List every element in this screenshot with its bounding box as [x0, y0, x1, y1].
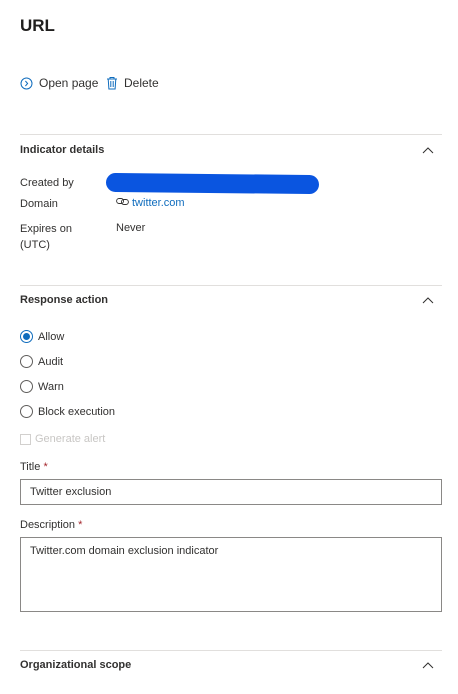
open-page-button[interactable]: Open page — [20, 76, 98, 90]
domain-link[interactable]: twitter.com — [132, 197, 185, 209]
page-title: URL — [20, 16, 55, 35]
created-by-label: Created by — [20, 177, 74, 189]
domain-value[interactable]: twitter.com — [116, 197, 185, 209]
chevron-up-icon[interactable] — [422, 146, 434, 154]
radio-label: Audit — [38, 355, 64, 368]
radio-button[interactable] — [20, 405, 33, 418]
radio-label: Warn — [38, 380, 64, 393]
trash-icon — [106, 76, 124, 90]
description-label-text: Description — [20, 519, 76, 531]
indicator-details-header[interactable]: Indicator details — [20, 141, 442, 159]
response-action-title: Response action — [20, 294, 109, 306]
radio-button[interactable] — [20, 380, 33, 393]
open-page-icon — [20, 77, 39, 90]
open-page-label: Open page — [39, 76, 99, 90]
expires-label: Expires on (UTC) — [20, 221, 72, 253]
chevron-up-icon[interactable] — [422, 296, 434, 304]
redacted-value — [105, 172, 320, 195]
divider — [20, 650, 442, 651]
organizational-scope-header[interactable]: Organizational scope — [20, 656, 442, 674]
divider — [20, 134, 442, 135]
radio-button-checked[interactable] — [20, 330, 33, 343]
title-input[interactable]: Twitter exclusion — [20, 479, 442, 505]
radio-allow[interactable]: Allow — [20, 330, 64, 343]
radio-button[interactable] — [20, 355, 33, 368]
generate-alert-label: Generate alert — [35, 433, 106, 445]
delete-label: Delete — [124, 76, 159, 90]
title-input-value: Twitter exclusion — [30, 486, 112, 498]
checkbox-box[interactable] — [20, 433, 31, 445]
expires-label-line1: Expires on — [20, 223, 72, 235]
title-label-text: Title — [20, 461, 41, 473]
required-marker: * — [43, 461, 48, 473]
expires-value: Never — [116, 222, 146, 234]
response-action-header[interactable]: Response action — [20, 291, 442, 309]
organizational-scope-title: Organizational scope — [20, 659, 132, 671]
delete-button[interactable]: Delete — [106, 76, 159, 90]
domain-label: Domain — [20, 198, 58, 210]
title-field-label: Title * — [20, 461, 48, 473]
radio-audit[interactable]: Audit — [20, 355, 63, 368]
radio-label: Block execution — [38, 405, 116, 418]
description-textarea[interactable]: Twitter.com domain exclusion indicator — [20, 537, 442, 612]
description-value: Twitter.com domain exclusion indicator — [30, 545, 219, 557]
radio-warn[interactable]: Warn — [20, 380, 64, 393]
chevron-up-icon[interactable] — [422, 661, 434, 669]
required-marker: * — [78, 519, 83, 531]
indicator-details-title: Indicator details — [20, 144, 105, 156]
generate-alert-checkbox[interactable]: Generate alert — [20, 433, 105, 445]
expires-label-line2: (UTC) — [20, 239, 50, 251]
link-icon — [116, 197, 129, 209]
description-field-label: Description * — [20, 519, 82, 531]
divider — [20, 285, 442, 286]
radio-label: Allow — [38, 330, 65, 343]
radio-block-execution[interactable]: Block execution — [20, 405, 115, 418]
